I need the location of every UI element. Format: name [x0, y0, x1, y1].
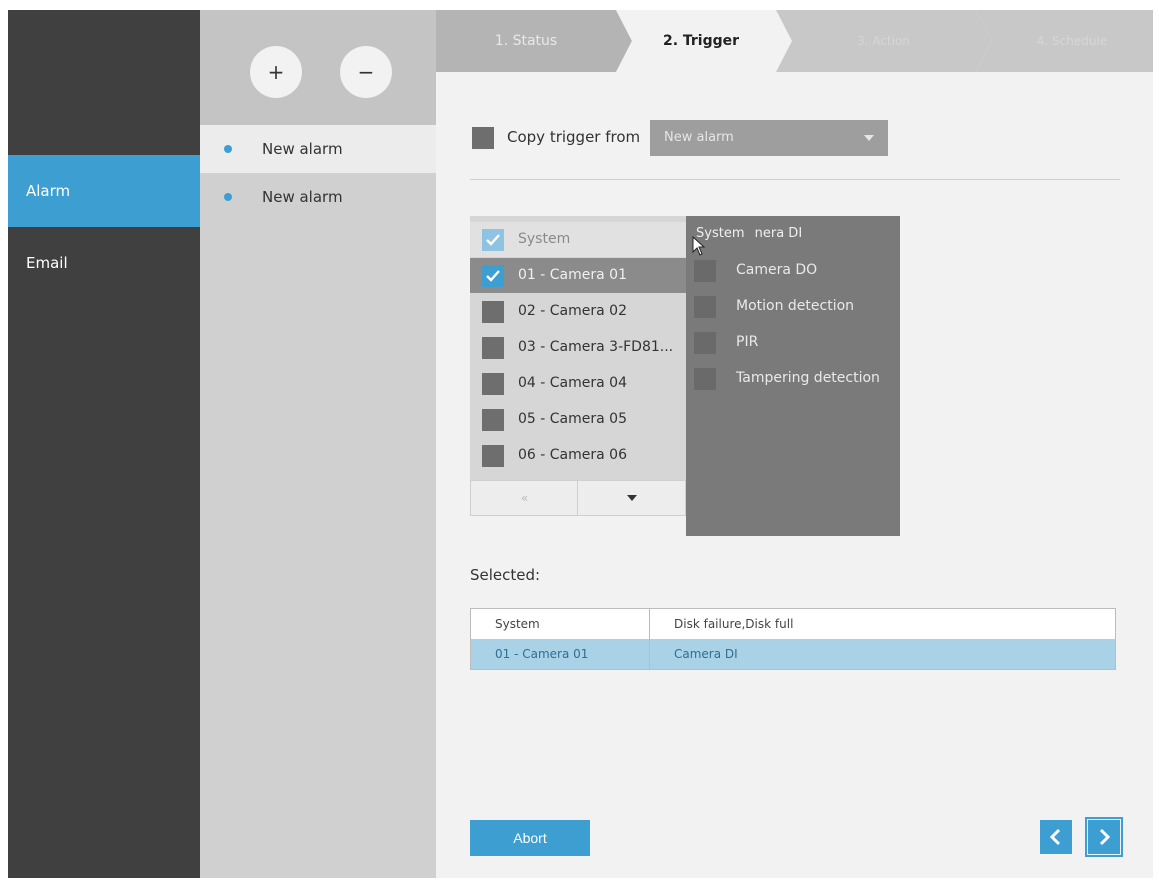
table-cell-source: 01 - Camera 01 — [495, 647, 589, 661]
copy-trigger-select-value: New alarm — [664, 130, 734, 145]
camera-checkbox[interactable] — [482, 445, 504, 467]
event-dropdown: System nera DI Camera DO Motion detectio… — [686, 216, 900, 536]
nav-item-email[interactable]: Email — [8, 227, 200, 299]
camera-checkbox[interactable] — [482, 409, 504, 431]
alarm-list-item-label: New alarm — [262, 140, 343, 158]
camera-row[interactable]: 03 - Camera 3-FD81... — [470, 330, 686, 365]
alarm-list-item-label: New alarm — [262, 188, 343, 206]
selected-label: Selected: — [470, 566, 541, 584]
check-icon — [486, 270, 500, 282]
camera-row[interactable]: 02 - Camera 02 — [470, 294, 686, 329]
plus-icon: + — [267, 60, 285, 84]
camera-list-pager: « — [470, 480, 686, 516]
divider — [470, 179, 1120, 180]
bullet-icon — [224, 145, 232, 153]
camera-checkbox[interactable] — [482, 337, 504, 359]
chevron-left-icon — [1049, 828, 1061, 846]
alarm-list-item[interactable]: New alarm — [200, 125, 436, 173]
minus-icon: − — [357, 60, 375, 84]
next-step-button[interactable] — [1085, 817, 1123, 857]
check-icon — [486, 234, 500, 246]
table-cell-events: Camera DI — [649, 639, 1115, 669]
table-row[interactable]: System Disk failure,Disk full — [471, 609, 1115, 639]
wizard-step-action[interactable]: 3. Action — [791, 10, 976, 72]
table-row[interactable]: 01 - Camera 01 Camera DI — [471, 639, 1115, 669]
table-cell-source: System — [495, 617, 540, 631]
camera-row[interactable]: 04 - Camera 04 — [470, 366, 686, 401]
camera-label: 04 - Camera 04 — [518, 375, 627, 391]
event-checkbox[interactable] — [694, 332, 716, 354]
camera-label: 02 - Camera 02 — [518, 303, 627, 319]
event-option[interactable]: Camera DO — [686, 252, 900, 288]
camera-label: 05 - Camera 05 — [518, 411, 627, 427]
camera-list-header[interactable]: System — [470, 222, 686, 257]
alarm-list-panel: + − New alarm New alarm — [200, 10, 436, 878]
app-window: Alarm Email + − New alarm New alarm 1. S… — [8, 10, 1153, 878]
event-checkbox[interactable] — [694, 260, 716, 282]
camera-label: 03 - Camera 3-FD81... — [518, 339, 674, 355]
nav-item-alarm[interactable]: Alarm — [8, 155, 200, 227]
event-option-label: PIR — [736, 334, 759, 350]
camera-list-header-label: System — [518, 231, 571, 247]
chevron-right-icon — [1099, 828, 1111, 846]
left-nav: Alarm Email — [8, 10, 200, 878]
page-prev-button[interactable]: « — [471, 481, 578, 515]
caret-down-icon — [627, 495, 637, 501]
event-header-text: nera DI — [754, 226, 803, 241]
event-checkbox[interactable] — [694, 368, 716, 390]
alarm-list-toolbar: + − — [200, 10, 436, 125]
camera-checkbox[interactable] — [482, 265, 504, 287]
event-option-label: Tampering detection — [736, 370, 880, 386]
camera-label: 01 - Camera 01 — [518, 267, 627, 283]
event-option[interactable]: Tampering detection — [686, 360, 900, 396]
camera-checkbox[interactable] — [482, 373, 504, 395]
camera-checkbox[interactable] — [482, 301, 504, 323]
main-content: 1. Status 2. Trigger 3. Action 4. Schedu… — [436, 10, 1153, 878]
wizard-step-trigger[interactable]: 2. Trigger — [626, 10, 776, 72]
event-dropdown-header[interactable]: System nera DI — [686, 216, 900, 252]
previous-step-button[interactable] — [1040, 820, 1072, 854]
bullet-icon — [224, 193, 232, 201]
wizard-steps: 1. Status 2. Trigger 3. Action 4. Schedu… — [436, 10, 1153, 72]
copy-trigger-label: Copy trigger from — [507, 128, 641, 146]
wizard-step-status[interactable]: 1. Status — [436, 10, 616, 72]
chevron-down-icon — [864, 135, 874, 141]
camera-row[interactable]: 05 - Camera 05 — [470, 402, 686, 437]
camera-label: 06 - Camera 06 — [518, 447, 627, 463]
mouse-cursor-icon — [692, 236, 706, 256]
event-option[interactable]: Motion detection — [686, 288, 900, 324]
alarm-list-item[interactable]: New alarm — [200, 173, 436, 221]
camera-row[interactable]: 06 - Camera 06 — [470, 438, 686, 473]
event-option[interactable]: PIR — [686, 324, 900, 360]
abort-button[interactable]: Abort — [470, 820, 590, 856]
table-cell-events: Disk failure,Disk full — [649, 609, 1115, 639]
add-alarm-button[interactable]: + — [250, 46, 302, 98]
camera-list: System 01 - Camera 01 02 - Camera 02 03 … — [470, 216, 686, 516]
wizard-step-schedule[interactable]: 4. Schedule — [991, 10, 1153, 72]
event-option-label: Motion detection — [736, 298, 855, 314]
select-all-checkbox[interactable] — [482, 229, 504, 251]
nav-item-label: Email — [26, 254, 68, 272]
nav-item-label: Alarm — [26, 182, 71, 200]
selected-table: System Disk failure,Disk full 01 - Camer… — [470, 608, 1116, 670]
page-more-button[interactable] — [578, 481, 685, 515]
event-option-label: Camera DO — [736, 262, 818, 278]
copy-trigger-checkbox[interactable] — [472, 127, 494, 149]
camera-row[interactable]: 01 - Camera 01 — [470, 258, 686, 293]
copy-trigger-select[interactable]: New alarm — [650, 120, 888, 156]
remove-alarm-button[interactable]: − — [340, 46, 392, 98]
event-checkbox[interactable] — [694, 296, 716, 318]
